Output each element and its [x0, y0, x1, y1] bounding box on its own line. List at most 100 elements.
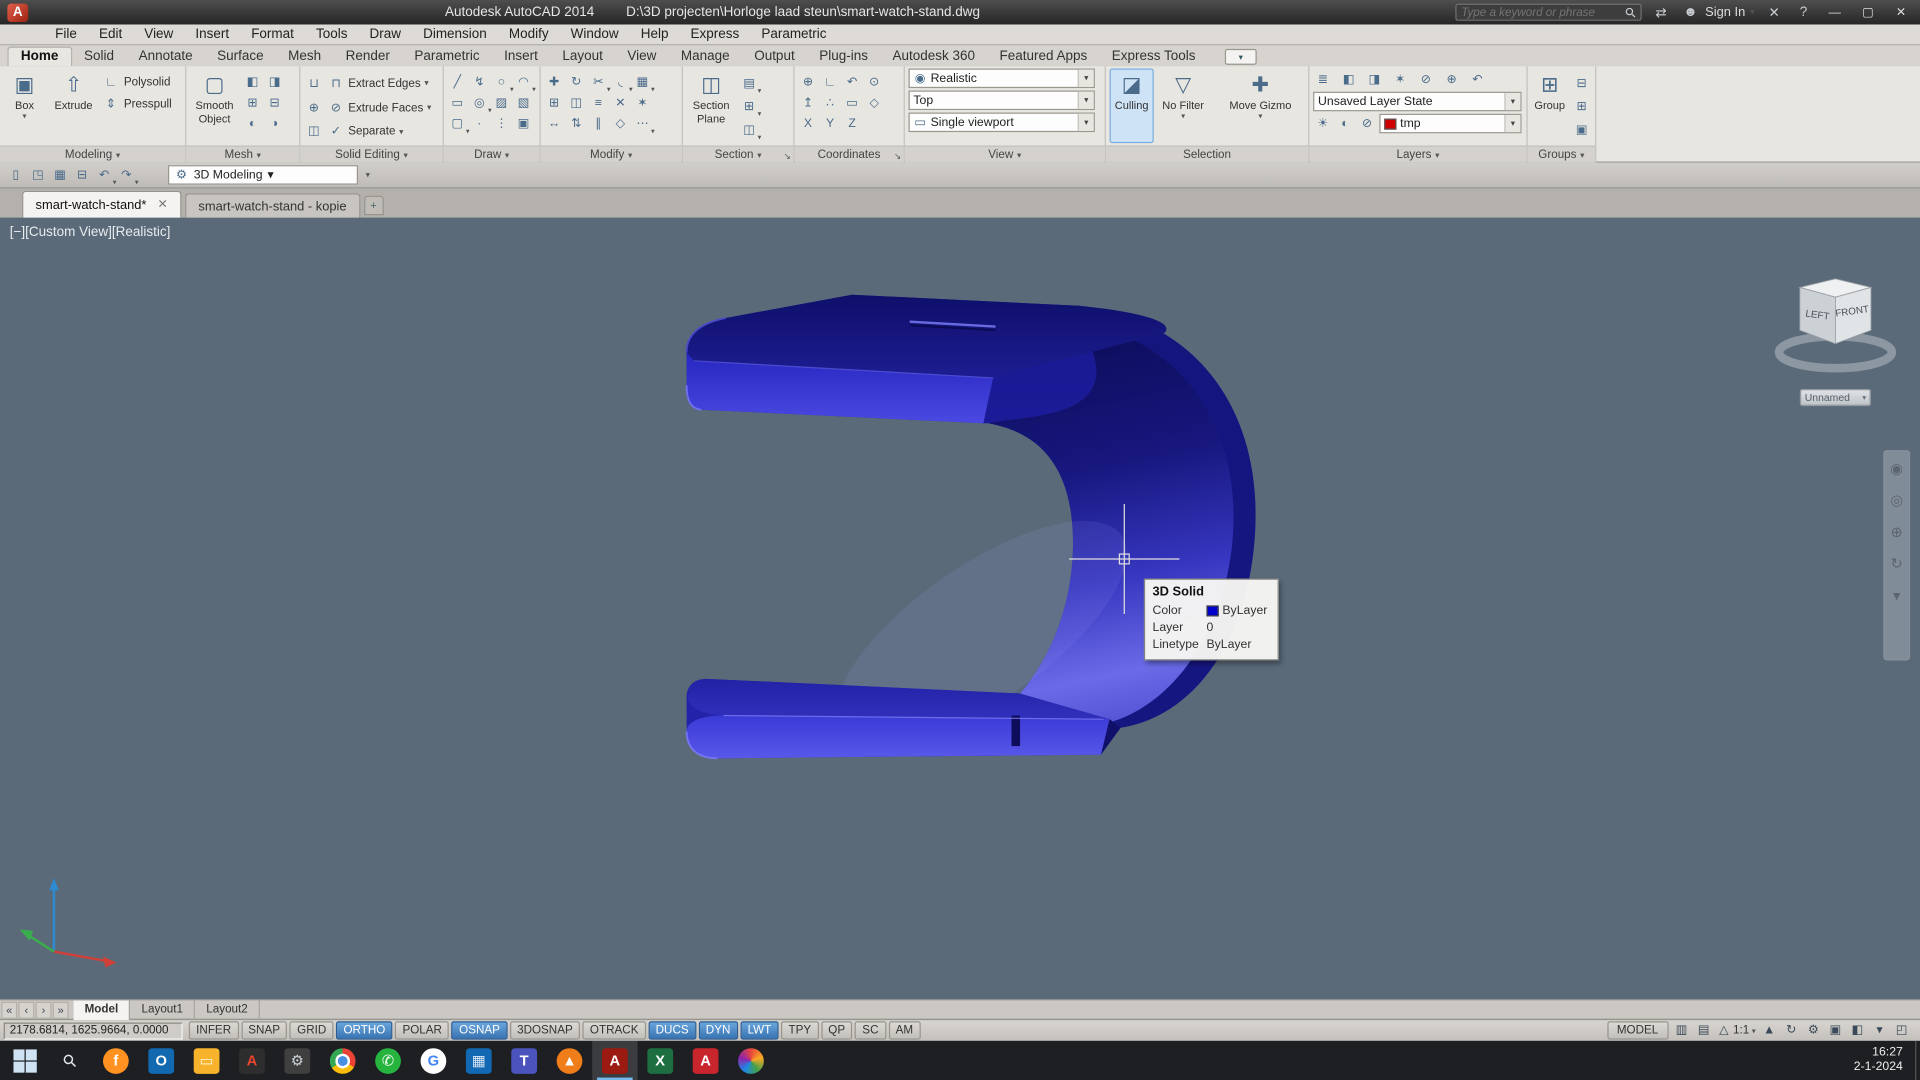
workspace-combo[interactable]: ⚙ 3D Modeling▾ — [168, 165, 358, 185]
qat-save-icon[interactable]: ▦ — [50, 165, 70, 185]
separate-button[interactable]: Separate▾ — [348, 125, 403, 138]
file-tab-smart-watch-stand-[interactable]: smart-watch-stand*✕ — [22, 191, 181, 218]
viewport-config-combo[interactable]: ▭ Single viewport▾ — [909, 113, 1095, 133]
gradient-icon[interactable]: ▧ — [514, 93, 534, 113]
join-icon[interactable]: ∥ — [589, 114, 609, 134]
offset-icon[interactable]: ≡ — [589, 93, 609, 113]
panel-label-mesh[interactable]: Mesh▾ — [186, 146, 299, 163]
vlc-button[interactable]: ▲ — [547, 1041, 592, 1080]
ribbon-tab-solid[interactable]: Solid — [72, 48, 127, 66]
polyline-icon[interactable]: ↯ — [470, 72, 490, 92]
ribbon-tab-view[interactable]: View — [615, 48, 669, 66]
boundary-icon[interactable]: ▢▾ — [448, 114, 468, 134]
rectangle-icon[interactable]: ▭ — [448, 93, 468, 113]
menu-modify[interactable]: Modify — [498, 26, 560, 43]
view-control-combo[interactable]: Top▾ — [909, 91, 1095, 111]
menu-view[interactable]: View — [133, 26, 184, 43]
layer-lock-icon[interactable]: ⊘ — [1416, 70, 1436, 90]
layer-unlock-icon[interactable]: ⊘ — [1357, 114, 1377, 134]
toolbar-lock-icon[interactable]: ▣ — [1826, 1021, 1846, 1039]
extrude-button[interactable]: ⇧ Extrude — [49, 68, 98, 143]
ribbon-tab-render[interactable]: Render — [333, 48, 402, 66]
explode-icon[interactable]: ✶ — [633, 93, 653, 113]
menu-draw[interactable]: Draw — [359, 26, 413, 43]
layer-off-icon[interactable]: ◧ — [1339, 70, 1359, 90]
panel-launcher-icon[interactable]: ↘ — [784, 152, 791, 162]
ribbon-minimize-button[interactable]: ▾ — [1225, 49, 1257, 65]
exchange-icon[interactable]: ⇄ — [1651, 4, 1671, 20]
fillet-icon[interactable]: ◟▾ — [611, 72, 631, 92]
line-icon[interactable]: ╱ — [448, 72, 468, 92]
layout-nav-2[interactable]: › — [36, 1001, 52, 1018]
qat-plot-icon[interactable]: ⊟ — [72, 165, 92, 185]
visual-style-combo[interactable]: ◉ Realistic▾ — [909, 68, 1095, 88]
hardware-acceleration-icon[interactable]: ◧ — [1848, 1021, 1868, 1039]
section-plane-button[interactable]: ◫ Section Plane — [687, 68, 736, 143]
status-toggle-ducs[interactable]: DUCS — [648, 1021, 696, 1039]
ribbon-tab-express-tools[interactable]: Express Tools — [1099, 48, 1207, 66]
menu-express[interactable]: Express — [679, 26, 750, 43]
solid-intersect-icon[interactable]: ⊕ — [304, 98, 324, 118]
group-edit-icon[interactable]: ⊞ — [1572, 97, 1592, 117]
ribbon-tab-output[interactable]: Output — [742, 48, 807, 66]
status-toggle-polar[interactable]: POLAR — [395, 1021, 449, 1039]
annotation-scale-button[interactable]: △ 1:1▾ — [1717, 1021, 1756, 1039]
ucs-previous-icon[interactable]: ↶ — [842, 72, 862, 92]
teams-button[interactable]: T — [501, 1041, 546, 1080]
interfere-icon[interactable]: ◫ — [304, 122, 324, 142]
file-tab-smart-watch-stand-kopie[interactable]: smart-watch-stand - kopie — [185, 193, 360, 217]
panel-label-selection[interactable]: Selection — [1106, 146, 1308, 163]
ucs-view-icon[interactable]: ▭ — [842, 93, 862, 113]
solid-union-icon[interactable]: ⊔ — [304, 74, 324, 94]
ucs-world-icon[interactable]: ⊕ — [798, 72, 818, 92]
ribbon-tab-parametric[interactable]: Parametric — [402, 48, 492, 66]
tab-model[interactable]: Model — [74, 1000, 131, 1020]
slice-icon[interactable]: ⊘ — [326, 98, 346, 118]
chrome-button[interactable] — [320, 1041, 365, 1080]
layer-thaw-icon[interactable]: ◐ — [1335, 114, 1355, 134]
drawing-viewport[interactable]: [−][Custom View][Realistic] — [0, 218, 1920, 1000]
settings-button[interactable]: ⚙ — [275, 1041, 320, 1080]
extrude-faces-button[interactable]: Extrude Faces▾ — [348, 101, 431, 114]
ungroup-icon[interactable]: ⊟ — [1572, 73, 1592, 93]
status-toggle-3dosnap[interactable]: 3DOSNAP — [510, 1021, 580, 1039]
layout-nav-3[interactable]: » — [53, 1001, 69, 1018]
menu-parametric[interactable]: Parametric — [750, 26, 837, 43]
ribbon-tab-surface[interactable]: Surface — [205, 48, 276, 66]
panel-label-layers[interactable]: Layers▾ — [1309, 146, 1526, 163]
help-icon[interactable]: ? — [1794, 5, 1814, 20]
qat-redo-icon[interactable]: ↷▾ — [116, 165, 136, 185]
polysolid-button[interactable]: ∟Polysolid — [102, 73, 172, 91]
status-toggle-sc[interactable]: SC — [855, 1021, 886, 1039]
ellipse-icon[interactable]: ◎▾ — [470, 93, 490, 113]
ucs-x-icon[interactable]: X — [798, 114, 818, 134]
panel-label-view[interactable]: View▾ — [905, 146, 1105, 163]
solid-check-icon[interactable]: ✓ — [326, 122, 346, 142]
ucs-icon[interactable]: ∟ — [820, 72, 840, 92]
viewcube[interactable]: LEFT FRONT — [1774, 254, 1902, 376]
culling-button[interactable]: ◪ Culling — [1110, 68, 1154, 143]
autocad-active-button[interactable]: A — [592, 1041, 637, 1080]
panel-label-modeling[interactable]: Modeling▾ — [0, 146, 185, 163]
panel-label-solid-editing[interactable]: Solid Editing▾ — [300, 146, 442, 163]
autocad-logo-icon[interactable]: A — [7, 3, 28, 21]
close-tab-icon[interactable]: ✕ — [157, 198, 167, 211]
no-filter-button[interactable]: ▽ No Filter ▾ — [1157, 68, 1208, 143]
annotation-autoscale-icon[interactable]: ↻ — [1781, 1021, 1801, 1039]
start-button[interactable] — [2, 1041, 47, 1080]
edit-polyline-icon[interactable]: ◇ — [611, 114, 631, 134]
quick-view-drawings-icon[interactable]: ▤ — [1694, 1021, 1714, 1039]
layer-previous-icon[interactable]: ↶ — [1468, 70, 1488, 90]
annotation-visibility-icon[interactable]: ▲ — [1759, 1021, 1779, 1039]
menu-edit[interactable]: Edit — [88, 26, 133, 43]
smooth-more-icon[interactable]: ◧ — [243, 72, 263, 92]
status-toggle-qp[interactable]: QP — [821, 1021, 853, 1039]
ucs-object-icon[interactable]: ◇ — [864, 93, 884, 113]
steering-wheel-icon[interactable]: ◉ — [1890, 461, 1903, 476]
outlook-button[interactable]: O — [139, 1041, 184, 1080]
panel-label-section[interactable]: Section▾↘ — [683, 146, 793, 163]
stretch-icon[interactable]: ↔ — [544, 114, 564, 134]
ribbon-tab-plug-ins[interactable]: Plug-ins — [807, 48, 880, 66]
status-toggle-otrack[interactable]: OTRACK — [583, 1021, 646, 1039]
more-modify-icon[interactable]: ⋯▾ — [633, 114, 653, 134]
